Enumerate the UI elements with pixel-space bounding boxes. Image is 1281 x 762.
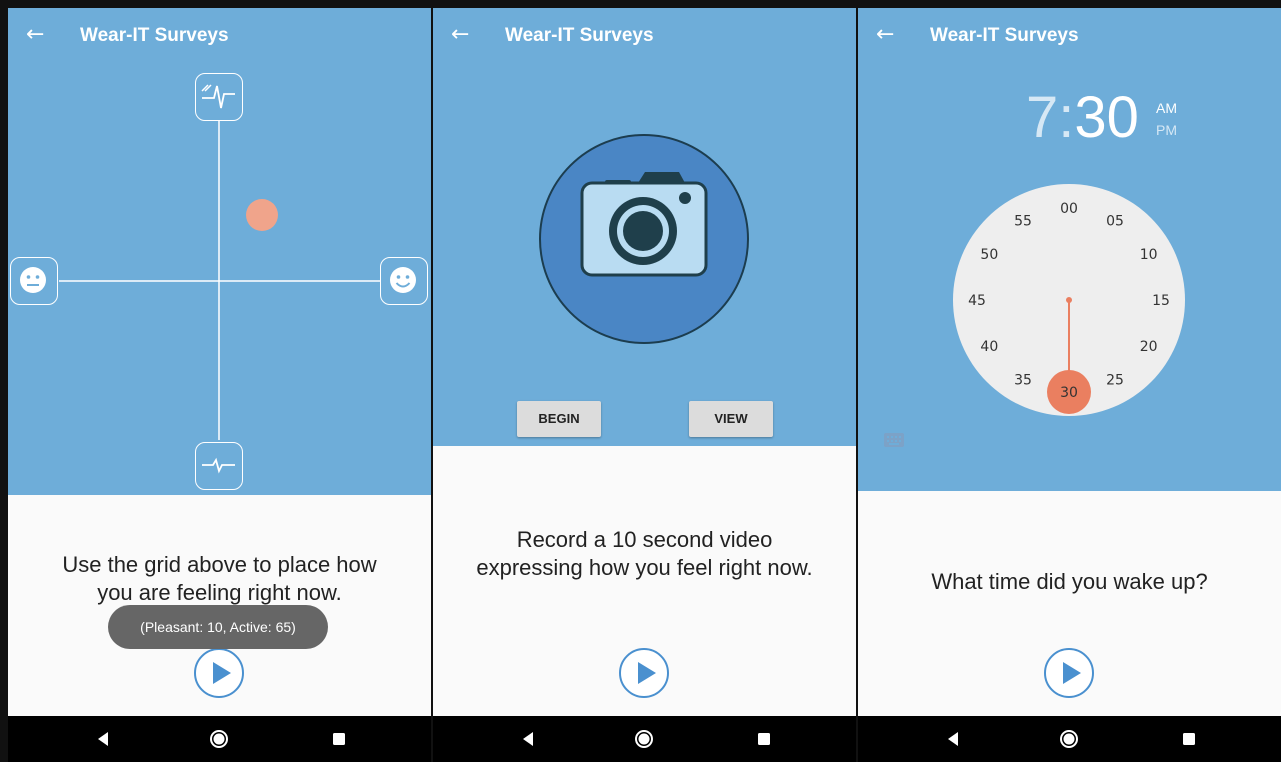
camera-area: BEGIN VIEW — [433, 8, 856, 446]
survey-prompt: What time did you wake up? — [931, 569, 1208, 594]
nav-back-icon[interactable] — [518, 728, 540, 750]
play-icon — [638, 662, 656, 684]
app-bar: ← Wear-IT Surveys — [433, 8, 856, 64]
app-title: Wear-IT Surveys — [80, 25, 229, 46]
clock-minute-05[interactable]: 05 — [1106, 213, 1124, 229]
app-bar: ← Wear-IT Surveys — [8, 8, 431, 64]
prompt-line-1: Use the grid above to place how — [62, 552, 377, 577]
app-bar: ← Wear-IT Surveys — [858, 8, 1281, 64]
clock-minute-15[interactable]: 15 — [1152, 293, 1170, 309]
clock-minute-40[interactable]: 40 — [980, 339, 998, 355]
nav-home-icon[interactable] — [208, 728, 230, 750]
view-button[interactable]: VIEW — [689, 401, 773, 437]
app-title: Wear-IT Surveys — [930, 25, 1079, 46]
survey-prompt: Record a 10 second video expressing how … — [433, 526, 856, 582]
begin-button[interactable]: BEGIN — [517, 401, 601, 437]
nav-recents-icon[interactable] — [753, 728, 775, 750]
prompt-line-1: Record a 10 second video — [516, 527, 773, 552]
system-nav-bar — [8, 716, 431, 762]
arrow-left-icon[interactable]: ← — [451, 24, 475, 48]
next-button[interactable] — [1044, 648, 1094, 698]
toast-message: (Pleasant: 10, Active: 65) — [108, 605, 328, 649]
heart-rate-low-icon — [195, 442, 243, 490]
nav-home-icon[interactable] — [1058, 728, 1080, 750]
time-picker-screen: 7:30 AM PM 00 05 10 15 20 25 30 35 40 45 50 55 — [858, 8, 1281, 762]
clock-minute-55[interactable]: 55 — [1014, 213, 1032, 229]
arrow-left-icon[interactable]: ← — [26, 24, 50, 48]
clock-minute-35[interactable]: 35 — [1014, 373, 1032, 389]
play-icon — [1063, 662, 1081, 684]
video-screen: BEGIN VIEW ← Wear-IT Surveys Record a 10… — [433, 8, 856, 762]
minute-clock-dial[interactable]: 00 05 10 15 20 25 30 35 40 45 50 55 — [858, 8, 1281, 491]
clock-minute-00[interactable]: 00 — [1060, 201, 1078, 217]
system-nav-bar — [433, 716, 856, 762]
heart-rate-high-icon — [195, 73, 243, 121]
clock-minute-45[interactable]: 45 — [968, 293, 986, 309]
next-button[interactable] — [194, 648, 244, 698]
clock-minute-25[interactable]: 25 — [1106, 373, 1124, 389]
clock-minute-20[interactable]: 20 — [1140, 339, 1158, 355]
clock-center — [1066, 297, 1072, 303]
affect-grid-screen: ← Wear-IT Surveys Use the grid above to … — [8, 8, 431, 762]
app-title: Wear-IT Surveys — [505, 25, 654, 46]
nav-back-icon[interactable] — [943, 728, 965, 750]
arrow-left-icon[interactable]: ← — [876, 24, 900, 48]
clock-minute-10[interactable]: 10 — [1140, 247, 1158, 263]
mood-marker — [246, 199, 278, 231]
survey-prompt: Use the grid above to place how you are … — [8, 551, 431, 607]
nav-home-icon[interactable] — [633, 728, 655, 750]
keyboard-icon[interactable] — [883, 432, 905, 448]
camera-icon[interactable] — [433, 8, 856, 446]
time-picker-area: 7:30 AM PM 00 05 10 15 20 25 30 35 40 45 50 55 — [858, 8, 1281, 491]
prompt-line-2: expressing how you feel right now. — [476, 555, 813, 580]
clock-minute-50[interactable]: 50 — [980, 247, 998, 263]
system-nav-bar — [858, 716, 1281, 762]
affect-grid-area[interactable] — [8, 8, 431, 495]
clock-minute-30[interactable]: 30 — [1060, 385, 1078, 401]
smiley-face-icon — [380, 257, 428, 305]
play-icon — [213, 662, 231, 684]
neutral-face-icon — [10, 257, 58, 305]
next-button[interactable] — [619, 648, 669, 698]
prompt-line-2: you are feeling right now. — [97, 580, 342, 605]
nav-recents-icon[interactable] — [1178, 728, 1200, 750]
nav-recents-icon[interactable] — [328, 728, 350, 750]
nav-back-icon[interactable] — [93, 728, 115, 750]
